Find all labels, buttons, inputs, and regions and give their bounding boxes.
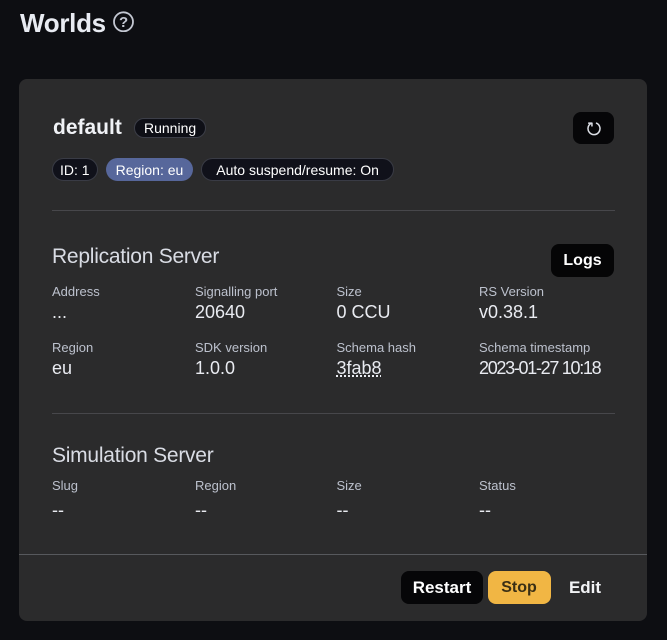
svg-text:?: ? <box>119 14 128 31</box>
